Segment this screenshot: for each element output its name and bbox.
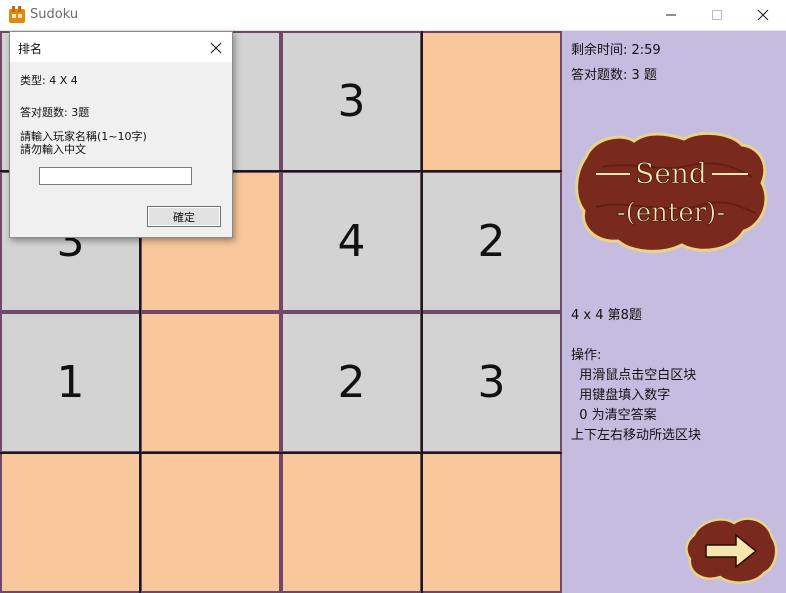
dialog-title-bar: 排名 (10, 32, 232, 62)
board-cell[interactable] (423, 454, 560, 591)
dialog-close-button[interactable] (206, 38, 226, 58)
board-cell[interactable] (142, 454, 279, 591)
next-button[interactable] (684, 513, 778, 585)
puzzle-info: 4 x 4 第8题 (571, 308, 642, 323)
board-cell[interactable]: 3 (283, 33, 420, 170)
close-icon (210, 42, 222, 54)
board-cell[interactable]: 1 (2, 314, 139, 451)
minimize-button[interactable] (648, 0, 694, 30)
maximize-button[interactable] (694, 0, 740, 30)
board-cell[interactable]: 2 (283, 314, 420, 451)
instruction-line: 用键盘填入数字 (571, 388, 671, 403)
minimize-icon (666, 14, 676, 16)
info-panel: 剩余时间: 2:59 答对题数: 3 题 Send -(enter)- 4 x … (562, 31, 786, 593)
board-cell[interactable]: 4 (283, 173, 420, 310)
ranking-dialog: 排名 类型: 4 X 4 答对题数: 3题 請輸入玩家名稱(1~10字) 請勿輸… (9, 31, 233, 238)
app-logo-icon (9, 6, 25, 23)
board-cell[interactable] (423, 33, 560, 170)
instruction-line: 用滑鼠点击空白区块 (571, 368, 697, 383)
send-shortcut-label: -(enter)- (617, 198, 725, 228)
send-button[interactable]: Send -(enter)- (572, 127, 770, 257)
prompt-line: 請輸入玩家名稱(1~10字) (20, 130, 147, 143)
grid-line (421, 31, 423, 593)
close-button[interactable] (740, 0, 786, 30)
player-name-input[interactable] (39, 167, 192, 185)
dialog-title: 排名 (18, 42, 43, 56)
instructions-heading: 操作: (571, 348, 602, 363)
close-icon (757, 9, 769, 21)
board-cell[interactable]: 2 (423, 173, 560, 310)
instruction-line: 0 为清空答案 (571, 408, 657, 423)
ok-button[interactable]: 確定 (147, 206, 221, 227)
board-cell[interactable] (142, 314, 279, 451)
type-label: 类型: 4 X 4 (20, 74, 78, 87)
board-cell[interactable]: 3 (423, 314, 560, 451)
send-wood-sign: Send -(enter)- (575, 131, 768, 253)
board-cell[interactable] (2, 454, 139, 591)
title-bar: Sudoku (0, 0, 786, 31)
correct-count: 答对题数: 3 题 (571, 68, 657, 83)
window-title: Sudoku (30, 7, 79, 22)
correct-label: 答对题数: 3题 (20, 106, 90, 119)
send-label: Send (635, 157, 707, 190)
arrow-right-icon (685, 517, 778, 584)
instruction-line: 上下左右移动所选区块 (571, 428, 702, 443)
prompt-line: 請勿輸入中文 (20, 143, 86, 156)
board-cell[interactable] (283, 454, 420, 591)
time-remaining: 剩余时间: 2:59 (571, 43, 661, 58)
maximize-icon (712, 10, 722, 20)
grid-line (0, 452, 562, 454)
